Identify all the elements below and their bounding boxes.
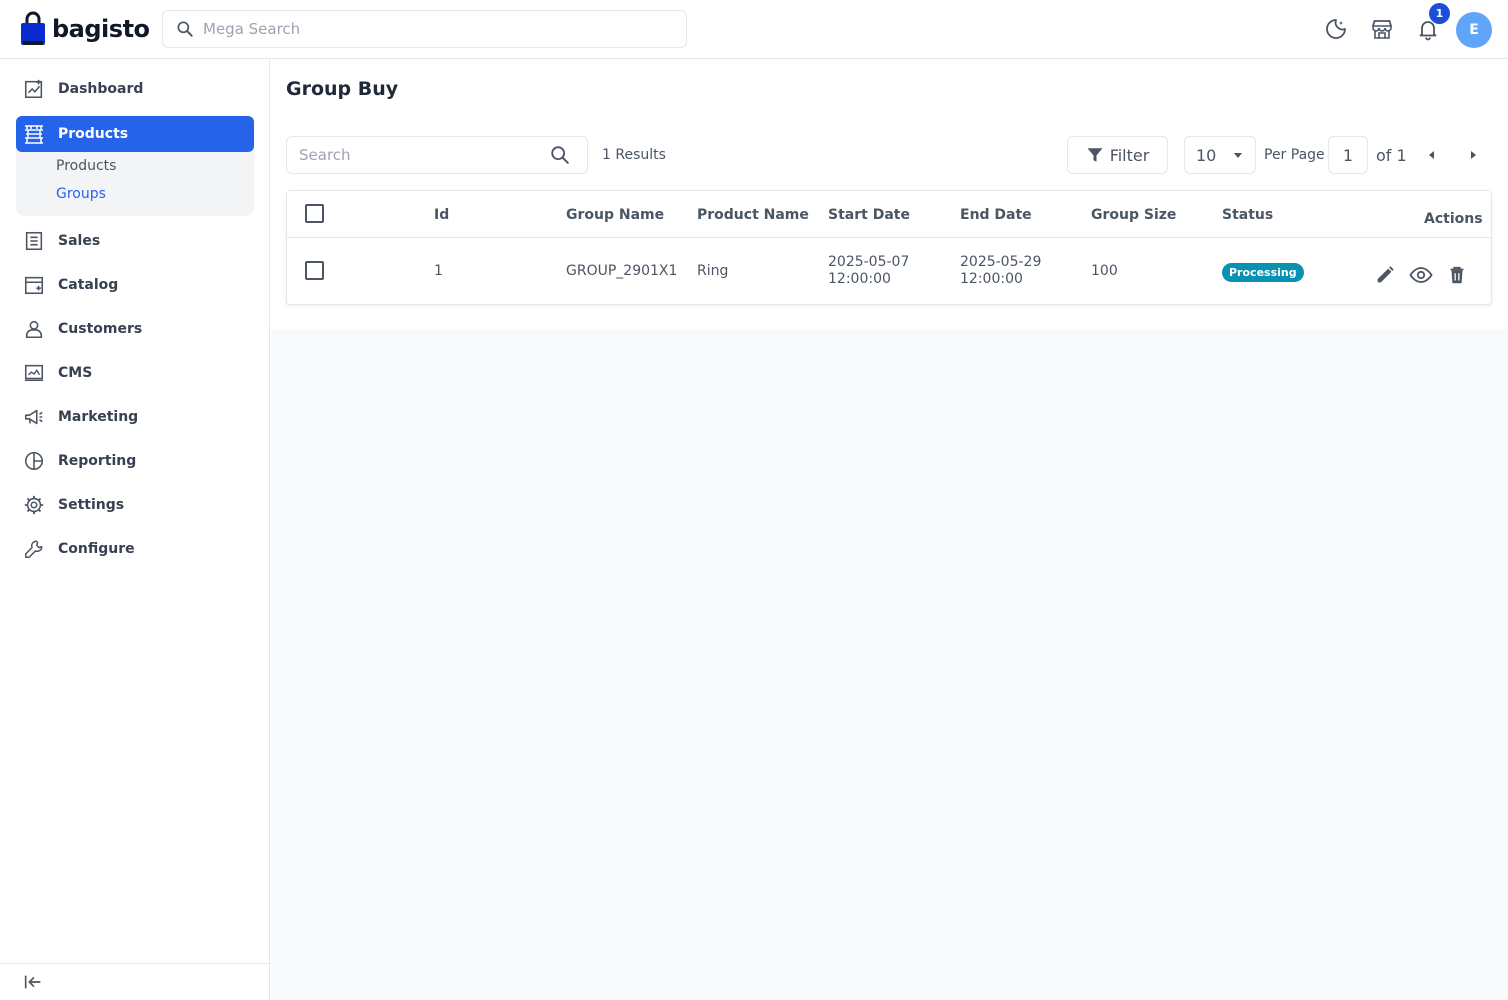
logo-text: bagisto [52,15,150,43]
bag-logo-icon [21,11,45,45]
search-icon [177,21,193,37]
sidebar-item-customers[interactable]: Customers [16,311,254,347]
column-actions: Actions [1424,211,1483,227]
page-title: Group Buy [286,78,399,100]
current-page-input[interactable] [1328,136,1368,174]
column-product-name[interactable]: Product Name [697,207,809,223]
caret-down-icon [1234,153,1242,158]
prev-page-icon[interactable] [1422,145,1442,165]
dashboard-icon [22,77,46,101]
cell-end-date: 2025-05-29 [960,254,1042,270]
column-end-date[interactable]: End Date [960,207,1032,223]
sidebar-item-configure[interactable]: Configure [16,531,254,567]
sidebar: Dashboard Products Products Groups Sales… [0,59,270,1000]
filter-button[interactable]: Filter [1067,136,1168,174]
row-checkbox[interactable] [305,261,324,280]
sidebar-item-products[interactable]: Products [16,116,254,152]
sidebar-item-cms[interactable]: CMS [16,355,254,391]
sidebar-item-settings[interactable]: Settings [16,487,254,523]
per-page-label: Per Page [1264,147,1325,163]
sidebar-subitem-groups[interactable]: Groups [56,186,106,202]
settings-icon [22,493,46,517]
cms-icon [22,361,46,385]
products-icon [22,122,46,146]
cell-id: 1 [434,263,443,279]
sidebar-item-dashboard[interactable]: Dashboard [16,71,254,107]
sidebar-item-catalog[interactable]: Catalog [16,267,254,303]
sidebar-subitem-products[interactable]: Products [56,158,116,174]
cell-group-size: 100 [1091,263,1118,279]
logo[interactable]: bagisto [20,11,150,47]
cell-start-time: 12:00:00 [828,271,891,287]
column-group-size[interactable]: Group Size [1091,207,1176,223]
sales-icon [22,229,46,253]
total-pages-label: of 1 [1376,146,1407,165]
table-header: Id Group Name Product Name Start Date En… [287,191,1491,238]
cell-group-name: GROUP_2901X1 [566,263,678,279]
view-icon[interactable] [1409,263,1433,287]
sidebar-item-reporting[interactable]: Reporting [16,443,254,479]
datagrid-search-box[interactable] [286,136,588,174]
edit-icon[interactable] [1373,263,1397,287]
cell-start-date: 2025-05-07 [828,254,910,270]
search-icon[interactable] [549,144,571,166]
results-count: 1 Results [602,147,666,163]
mega-search-box[interactable] [162,10,687,48]
collapse-sidebar-button[interactable] [0,963,270,1000]
group-buy-table: Id Group Name Product Name Start Date En… [286,190,1492,305]
next-page-icon[interactable] [1463,145,1483,165]
avatar[interactable]: E [1456,12,1492,48]
customers-icon [22,317,46,341]
main-content: Group Buy 1 Results Filter 10 Per Page o… [271,59,1508,1000]
column-start-date[interactable]: Start Date [828,207,910,223]
column-id[interactable]: Id [434,207,449,223]
marketing-icon [22,405,46,429]
configure-icon [22,537,46,561]
column-group-name[interactable]: Group Name [566,207,664,223]
sidebar-item-marketing[interactable]: Marketing [16,399,254,435]
select-all-checkbox[interactable] [305,204,324,223]
reporting-icon [22,449,46,473]
filter-icon [1087,148,1103,162]
mega-search-input[interactable] [203,20,663,38]
storefront-icon[interactable] [1370,17,1394,41]
catalog-icon [22,273,46,297]
column-status[interactable]: Status [1222,207,1273,223]
delete-icon[interactable] [1445,263,1469,287]
cell-end-time: 12:00:00 [960,271,1023,287]
cell-product-name: Ring [697,263,729,279]
notification-badge: 1 [1429,3,1450,24]
status-badge: Processing [1222,263,1304,282]
datagrid-search-input[interactable] [299,146,549,164]
top-header: bagisto 1 E [0,0,1508,59]
datagrid-panel: Group Buy 1 Results Filter 10 Per Page o… [271,59,1508,329]
sidebar-item-sales[interactable]: Sales [16,223,254,259]
per-page-select[interactable]: 10 [1184,136,1256,174]
dark-mode-icon[interactable] [1324,17,1348,41]
collapse-icon [24,975,41,989]
